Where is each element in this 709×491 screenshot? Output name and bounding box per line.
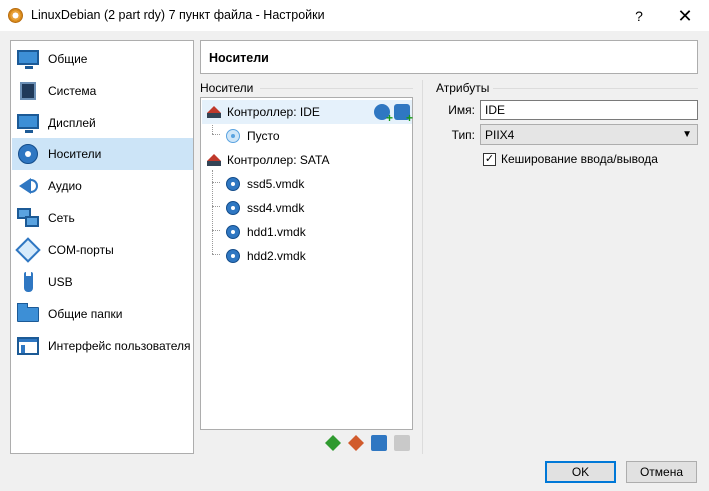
name-field-value: IDE: [485, 103, 506, 117]
tree-item-hdd[interactable]: hdd1.vmdk: [202, 220, 412, 244]
tree-item-hdd[interactable]: ssd5.vmdk: [202, 172, 412, 196]
name-label: Имя:: [448, 103, 475, 117]
tree-item-hdd[interactable]: ssd4.vmdk: [202, 196, 412, 220]
io-cache-label[interactable]: Кеширование ввода/вывода: [501, 152, 658, 166]
remove-attachment-icon: [394, 435, 410, 451]
type-label: Тип:: [451, 128, 475, 142]
sata-controller-icon: [206, 152, 222, 168]
tree-item-label: hdd2.vmdk: [247, 249, 306, 263]
user-interface-icon: [16, 334, 40, 358]
sidebar-item-label: Дисплей: [48, 116, 96, 130]
tree-item-label: Контроллер: SATA: [227, 153, 330, 167]
tree-item-label: ssd5.vmdk: [247, 177, 305, 191]
sidebar-item-label: Носители: [48, 147, 102, 161]
sidebar-item-label: Интерфейс пользователя: [48, 339, 191, 353]
optical-disc-icon: [226, 129, 240, 143]
type-select-value: PIIX4: [485, 128, 515, 142]
display-icon: [16, 111, 40, 135]
cancel-button[interactable]: Отмена: [626, 461, 697, 483]
hard-disk-icon: [226, 201, 240, 215]
title-bar: LinuxDebian (2 part rdy) 7 пункт файла -…: [0, 0, 709, 31]
sidebar-item-user-interface[interactable]: Интерфейс пользователя: [12, 330, 193, 362]
sidebar-item-serial-ports[interactable]: COM-порты: [12, 234, 193, 266]
sidebar-item-display[interactable]: Дисплей: [12, 107, 193, 139]
sidebar-item-shared-folders[interactable]: Общие папки: [12, 298, 193, 330]
hard-disk-icon: [226, 249, 240, 263]
attributes-group-line: [493, 88, 698, 89]
sidebar-item-label: Сеть: [48, 211, 75, 225]
system-chip-icon: [16, 79, 40, 103]
ok-button[interactable]: OK: [545, 461, 616, 483]
tree-controller-sata[interactable]: Контроллер: SATA: [202, 148, 412, 172]
storage-tree[interactable]: Контроллер: IDE Пусто Контроллер: SATA s…: [200, 97, 413, 430]
tree-item-label: ssd4.vmdk: [247, 201, 305, 215]
remove-controller-icon[interactable]: [348, 435, 364, 451]
sidebar-item-system[interactable]: Система: [12, 75, 193, 107]
hard-disk-icon: [226, 177, 240, 191]
storage-disc-icon: [16, 142, 40, 166]
hard-disk-icon: [226, 225, 240, 239]
tree-controller-ide[interactable]: Контроллер: IDE: [202, 100, 413, 124]
page-title: Носители: [209, 51, 269, 65]
sidebar-item-storage[interactable]: Носители: [12, 138, 193, 170]
close-button[interactable]: ✕: [670, 4, 700, 28]
add-hard-disk-icon[interactable]: [394, 104, 413, 124]
attributes-group-label: Атрибуты: [436, 81, 494, 95]
sidebar-item-label: Общие папки: [48, 307, 123, 321]
storage-group-line: [260, 88, 413, 89]
sidebar-item-label: COM-порты: [48, 243, 114, 257]
add-optical-drive-icon[interactable]: [374, 104, 393, 124]
serial-port-icon: [15, 237, 41, 263]
usb-icon: [16, 270, 40, 294]
sidebar-item-audio[interactable]: Аудио: [12, 170, 193, 202]
panel-separator: [422, 80, 423, 454]
name-field[interactable]: IDE: [480, 100, 698, 120]
tree-item-hdd[interactable]: hdd2.vmdk: [202, 244, 412, 268]
tree-item-label: Контроллер: IDE: [227, 105, 320, 119]
settings-sidebar: Общие Система Дисплей Носители Аудио Сет…: [10, 40, 194, 454]
chevron-down-icon: ▼: [682, 129, 692, 140]
sidebar-item-label: USB: [48, 275, 73, 289]
shared-folder-icon: [16, 302, 40, 326]
sidebar-item-label: Общие: [48, 52, 88, 66]
window-title: LinuxDebian (2 part rdy) 7 пункт файла -…: [31, 8, 325, 22]
sidebar-item-usb[interactable]: USB: [12, 266, 193, 298]
tree-item-label: Пусто: [247, 129, 280, 143]
sidebar-item-network[interactable]: Сеть: [12, 202, 193, 234]
general-icon: [16, 47, 40, 71]
storage-group-label: Носители: [200, 81, 258, 95]
page-header: Носители: [200, 40, 698, 74]
virtualbox-app-icon: [8, 8, 23, 23]
add-controller-icon[interactable]: [325, 435, 341, 451]
tree-item-label: hdd1.vmdk: [247, 225, 306, 239]
tree-item-optical[interactable]: Пусто: [202, 124, 412, 148]
add-attachment-icon[interactable]: [371, 435, 387, 451]
audio-speaker-icon: [16, 174, 40, 198]
ide-controller-icon: [206, 104, 222, 120]
type-select[interactable]: PIIX4 ▼: [480, 124, 698, 145]
network-icon: [16, 206, 40, 230]
help-button[interactable]: ?: [624, 4, 654, 28]
io-cache-checkbox[interactable]: ✓: [483, 153, 496, 166]
sidebar-item-general[interactable]: Общие: [12, 43, 193, 75]
sidebar-item-label: Аудио: [48, 179, 82, 193]
sidebar-item-label: Система: [48, 84, 97, 98]
